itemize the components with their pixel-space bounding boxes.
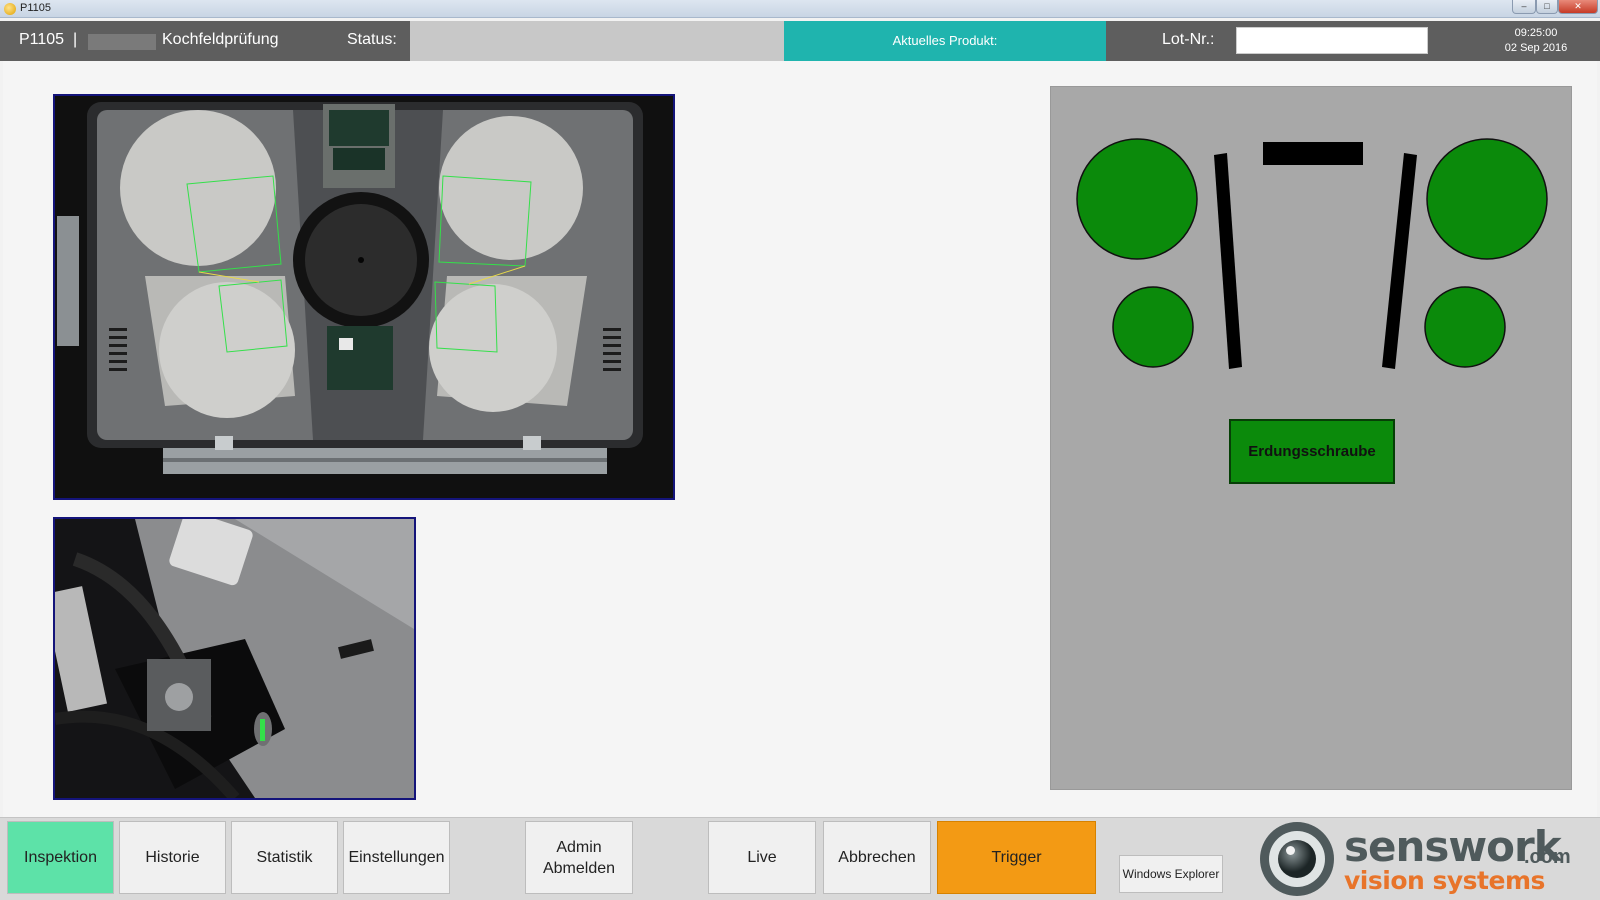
lot-input[interactable] <box>1236 27 1428 54</box>
current-product: Aktuelles Produkt: <box>784 21 1106 61</box>
settings-button[interactable]: Einstellungen <box>343 821 450 894</box>
trigger-button[interactable]: Trigger <box>937 821 1096 894</box>
close-button[interactable]: ✕ <box>1558 0 1598 14</box>
header-separator: | <box>73 31 78 48</box>
burner-status-group <box>1076 138 1548 368</box>
status-field <box>410 21 784 61</box>
logo-tagline: vision systems <box>1344 866 1545 895</box>
history-button[interactable]: Historie <box>119 821 226 894</box>
window-titlebar: P1105 – □ ✕ <box>0 0 1600 18</box>
inspection-status-panel: Erdungsschraube <box>1050 86 1572 790</box>
minimize-button[interactable]: – <box>1512 0 1536 14</box>
left-bar-indicator <box>1214 153 1242 369</box>
admin-label: Admin <box>556 838 602 856</box>
bottom-toolbar: Inspektion Historie Statistik Einstellun… <box>0 817 1600 900</box>
burner-status-top-left <box>1076 138 1198 260</box>
clock: 09:25:00 02 Sep 2016 <box>1478 26 1594 56</box>
logout-label: Abmelden <box>542 859 616 877</box>
live-button[interactable]: Live <box>708 821 816 894</box>
camera-view-cooktop <box>53 94 675 500</box>
burner-status-bottom-right <box>1424 286 1506 368</box>
camera-view-screw <box>53 517 416 800</box>
window-title: P1105 <box>20 2 51 14</box>
right-bar-indicator <box>1382 153 1417 369</box>
burner-status-top-right <box>1426 138 1548 260</box>
cancel-button[interactable]: Abbrechen <box>823 821 931 894</box>
test-name: Kochfeldprüfung <box>162 31 279 48</box>
app-icon <box>4 3 16 15</box>
maximize-button[interactable]: □ <box>1536 0 1558 14</box>
clock-time: 09:25:00 <box>1514 27 1558 39</box>
clock-date: 02 Sep 2016 <box>1504 42 1568 54</box>
station-name-placeholder <box>88 34 156 50</box>
statistics-button[interactable]: Statistik <box>231 821 338 894</box>
top-bar-indicator <box>1263 142 1363 165</box>
camera-lens-icon <box>1260 822 1334 896</box>
lot-label: Lot-Nr.: <box>1162 31 1215 48</box>
burner-status-bottom-left <box>1112 286 1194 368</box>
header-bar: P1105 | Kochfeldprüfung Status: Aktuelle… <box>0 21 1600 61</box>
grounding-screw-status: Erdungsschraube <box>1229 419 1395 484</box>
senswork-logo: senswork .com vision systems <box>1260 820 1596 898</box>
inspection-button[interactable]: Inspektion <box>7 821 114 894</box>
station-id: P1105 <box>19 31 65 48</box>
status-label: Status: <box>347 31 397 48</box>
windows-explorer-button[interactable]: Windows Explorer <box>1119 855 1223 893</box>
admin-logout-button[interactable]: Admin Abmelden <box>525 821 633 894</box>
